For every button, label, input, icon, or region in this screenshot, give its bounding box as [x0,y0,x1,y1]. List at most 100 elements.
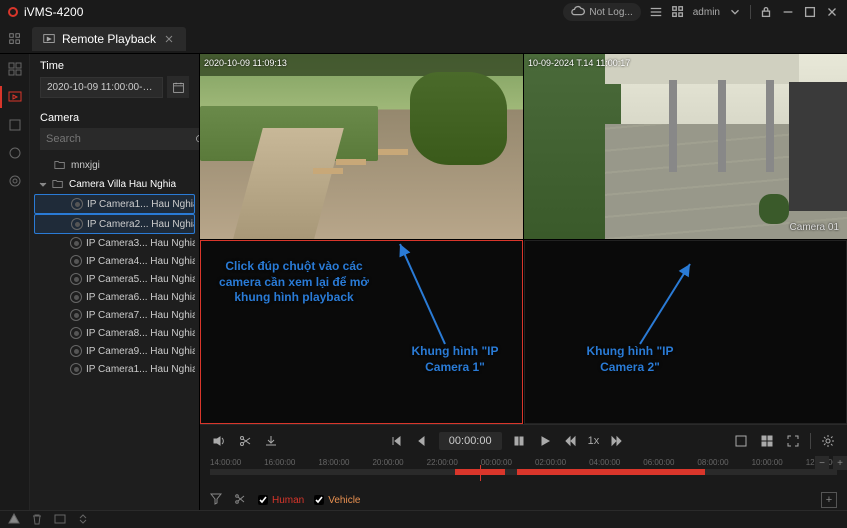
filter-vehicle[interactable]: Vehicle [314,495,360,506]
fast-button[interactable] [607,432,625,450]
chevron-down-icon[interactable] [728,5,742,19]
viewer: 2020-10-09 11:09:13 10-09-2024 T.14 11:0… [200,54,847,510]
titlebar: iVMS-4200 Not Log... admin [0,0,847,24]
search-input[interactable] [40,128,194,150]
alert-icon[interactable] [8,513,21,526]
camera-icon [70,291,82,303]
video-feed-1[interactable]: 2020-10-09 11:09:13 [200,54,523,239]
tree-camera[interactable]: IP Camera8... Hau Nghia [34,324,195,342]
multi-view-button[interactable] [758,432,776,450]
camera-icon [70,309,82,321]
rail-playback-icon[interactable] [6,88,24,106]
tab-remote-playback[interactable]: Remote Playback [32,27,186,51]
filter-label: Human [272,495,304,506]
tree-camera[interactable]: IP Camera1... Hau Nghia [34,360,195,378]
tree-label: IP Camera9... Hau Nghia [86,346,195,357]
trash-icon[interactable] [31,513,44,526]
camera-icon [70,345,82,357]
rail-item-icon[interactable] [6,172,24,190]
maximize-icon[interactable] [803,5,817,19]
play-button[interactable] [536,432,554,450]
tree-label: IP Camera7... Hau Nghia [86,310,195,321]
camera-icon [70,237,82,249]
annotation-tip: Click đúp chuột vào các camera cần xem l… [204,259,384,306]
app-title: iVMS-4200 [24,5,83,19]
playback-controls: 00:00:00 1x [200,424,847,456]
tab-close-icon[interactable] [162,32,176,46]
user-label[interactable]: admin [693,7,720,18]
tree-camera[interactable]: IP Camera6... Hau Nghia [34,288,195,306]
login-status-button[interactable]: Not Log... [563,3,640,21]
tree-camera[interactable]: IP Camera7... Hau Nghia [34,306,195,324]
time-section-label: Time [30,54,199,76]
tree-camera[interactable]: IP Camera4... Hau Nghia [34,252,195,270]
tree-camera-2[interactable]: IP Camera2... Hau Nghia [34,214,195,234]
tree-folder[interactable]: mnxjgi [34,156,195,175]
caret-down-icon [38,180,48,190]
scissors-icon[interactable] [234,493,248,507]
grid-icon[interactable] [671,5,685,19]
menu-icon[interactable] [649,5,663,19]
scissors-button[interactable] [236,432,254,450]
home-icon[interactable] [6,30,24,48]
tree-label: Camera Villa Hau Nghia [69,179,176,190]
tabbar: Remote Playback [0,24,847,54]
window-icon[interactable] [54,513,67,526]
tree-group[interactable]: Camera Villa Hau Nghia [34,175,195,194]
lock-icon[interactable] [759,5,773,19]
annotation-frame2: Khung hình "IP Camera 2" [570,344,690,375]
expand-icon[interactable] [77,513,90,526]
tree-camera[interactable]: IP Camera9... Hau Nghia [34,342,195,360]
add-filter-button[interactable]: + [821,492,837,508]
filter-icon[interactable] [210,493,224,507]
playback-icon [42,32,56,46]
folder-icon [52,178,65,191]
tree-label: IP Camera2... Hau Nghia [87,219,195,230]
settings-button[interactable] [819,432,837,450]
app-logo [8,7,18,17]
pause-button[interactable] [510,432,528,450]
single-view-button[interactable] [732,432,750,450]
tree-label: IP Camera8... Hau Nghia [86,328,195,339]
step-back-button[interactable] [413,432,431,450]
timeline[interactable]: −+ 14:00:0016:00:0018:00:0020:00:0022:00… [200,456,847,490]
filter-human[interactable]: Human [258,495,304,506]
cloud-icon [571,5,585,19]
camera-icon [71,218,83,230]
volume-button[interactable] [210,432,228,450]
rail-grid-icon[interactable] [6,60,24,78]
filter-label: Vehicle [328,495,360,506]
timeline-track[interactable] [210,469,837,475]
tree-label: IP Camera4... Hau Nghia [86,256,195,267]
tree-camera[interactable]: IP Camera5... Hau Nghia [34,270,195,288]
date-range-input[interactable]: 2020-10-09 11:00:00-2020-1... [40,77,163,98]
camera-icon [70,255,82,267]
tree-label: IP Camera3... Hau Nghia [86,238,195,249]
slow-button[interactable] [562,432,580,450]
video-feed-2[interactable]: 10-09-2024 T.14 11:00:17 Camera 01 [524,54,847,239]
tree-label: IP Camera6... Hau Nghia [86,292,195,303]
tree-camera[interactable]: IP Camera3... Hau Nghia [34,234,195,252]
skip-back-button[interactable] [387,432,405,450]
time-display: 00:00:00 [439,432,502,450]
feed-timestamp: 2020-10-09 11:09:13 [204,58,287,68]
tree-camera-1[interactable]: IP Camera1... Hau Nghia [34,194,195,214]
timeline-zoom[interactable]: −+ [815,456,847,470]
close-icon[interactable] [825,5,839,19]
rail-item-icon[interactable] [6,144,24,162]
camera-tree: mnxjgi Camera Villa Hau Nghia IP Camera1… [30,156,199,378]
camera-section-label: Camera [30,106,199,128]
camera-icon [71,198,83,210]
rail-item-icon[interactable] [6,116,24,134]
feed-camera-label: Camera 01 [790,222,839,233]
fullscreen-button[interactable] [784,432,802,450]
download-button[interactable] [262,432,280,450]
tree-label: IP Camera1... Hau Nghia [87,199,195,210]
annotation-frame1: Khung hình "IP Camera 1" [395,344,515,375]
calendar-button[interactable] [167,76,189,98]
video-feed-4[interactable] [524,240,847,425]
feed-timestamp: 10-09-2024 T.14 11:00:17 [528,58,630,68]
tab-label: Remote Playback [62,32,156,46]
minimize-icon[interactable] [781,5,795,19]
timeline-marks: 14:00:0016:00:0018:00:0020:00:0022:00:00… [210,456,837,467]
